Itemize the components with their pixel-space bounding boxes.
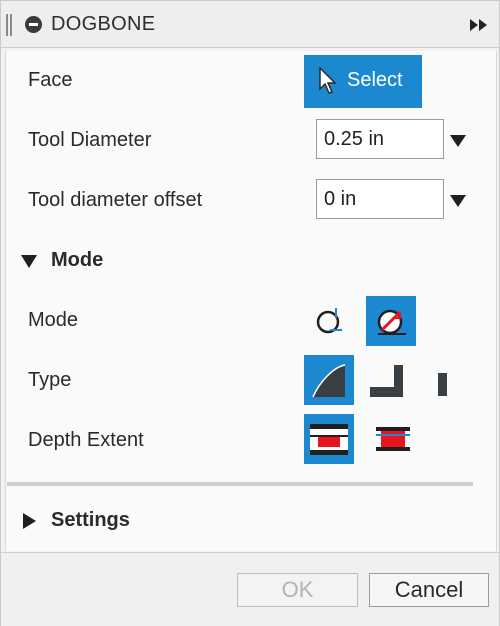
face-label: Face xyxy=(28,69,73,91)
tool-diameter-dropdown-icon[interactable] xyxy=(450,135,466,147)
mode-label: Mode xyxy=(28,309,79,331)
face-select-button[interactable]: Select xyxy=(304,55,422,108)
drag-grip-icon[interactable] xyxy=(6,14,12,36)
tool-diameter-label: Tool Diameter xyxy=(28,129,152,151)
tool-diameter-offset-input[interactable]: 0 in xyxy=(316,179,444,219)
cancel-button[interactable]: Cancel xyxy=(369,573,489,607)
collapse-minus-icon[interactable] xyxy=(25,16,42,33)
full-depth-icon[interactable] xyxy=(304,414,354,464)
mode-section-heading[interactable]: Mode xyxy=(51,249,103,272)
mode-section-collapse-icon[interactable] xyxy=(21,255,37,268)
cursor-arrow-icon xyxy=(319,67,337,94)
tool-diameter-offset-dropdown-icon[interactable] xyxy=(450,195,466,207)
normal-dogbone-icon[interactable] xyxy=(304,296,354,346)
slot-icon[interactable] xyxy=(419,355,469,405)
dogbone-panel: DOGBONE Face Select Tool Diameter 0.25 i… xyxy=(0,0,500,626)
ok-button[interactable]: OK xyxy=(237,573,358,607)
section-separator xyxy=(7,482,473,486)
depth-extent-label: Depth Extent xyxy=(28,429,144,451)
partial-depth-icon[interactable] xyxy=(368,414,418,464)
settings-section-expand-icon[interactable] xyxy=(23,513,36,529)
type-label: Type xyxy=(28,369,72,391)
select-button-label: Select xyxy=(347,69,403,91)
panel-titlebar[interactable]: DOGBONE xyxy=(1,1,499,48)
square-corner-icon[interactable] xyxy=(364,355,414,405)
panel-title: DOGBONE xyxy=(51,13,156,35)
tool-diameter-input[interactable]: 0.25 in xyxy=(316,119,444,159)
expand-panel-icon[interactable] xyxy=(469,18,489,32)
dialog-footer: OK Cancel xyxy=(1,552,499,626)
radius-corner-icon[interactable] xyxy=(304,355,354,405)
settings-section-heading[interactable]: Settings xyxy=(51,509,130,532)
tool-diameter-offset-label: Tool diameter offset xyxy=(28,189,203,211)
minimal-dogbone-icon[interactable] xyxy=(366,296,416,346)
